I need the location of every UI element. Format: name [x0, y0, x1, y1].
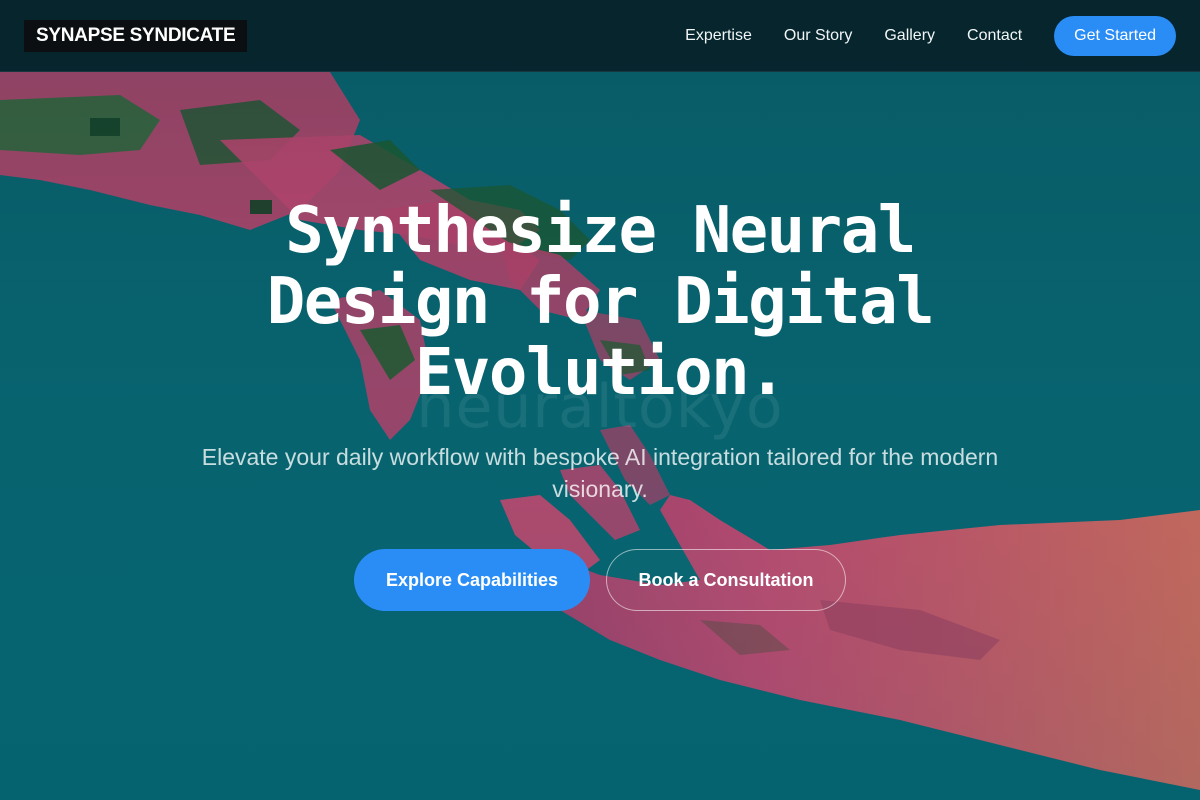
nav-link-expertise[interactable]: Expertise — [685, 27, 752, 45]
book-consultation-button[interactable]: Book a Consultation — [606, 549, 846, 611]
hero-subtitle: Elevate your daily workflow with bespoke… — [201, 444, 999, 502]
brand-logo[interactable]: SYNAPSE SYNDICATE — [24, 19, 248, 52]
site-header: SYNAPSE SYNDICATE Expertise Our Story Ga… — [0, 0, 1200, 72]
hero-title: Synthesize Neural Design for Digital Evo… — [266, 194, 935, 410]
main-nav: Expertise Our Story Gallery Contact Get … — [685, 15, 1176, 56]
hero-section: Synthesize Neural Design for Digital Evo… — [0, 196, 1200, 611]
nav-link-our-story[interactable]: Our Story — [784, 27, 852, 45]
explore-capabilities-button[interactable]: Explore Capabilities — [354, 549, 590, 611]
nav-link-contact[interactable]: Contact — [967, 27, 1022, 45]
hero-cta-group: Explore Capabilities Book a Consultation — [0, 549, 1200, 611]
get-started-button[interactable]: Get Started — [1054, 15, 1176, 56]
nav-link-gallery[interactable]: Gallery — [884, 27, 935, 45]
